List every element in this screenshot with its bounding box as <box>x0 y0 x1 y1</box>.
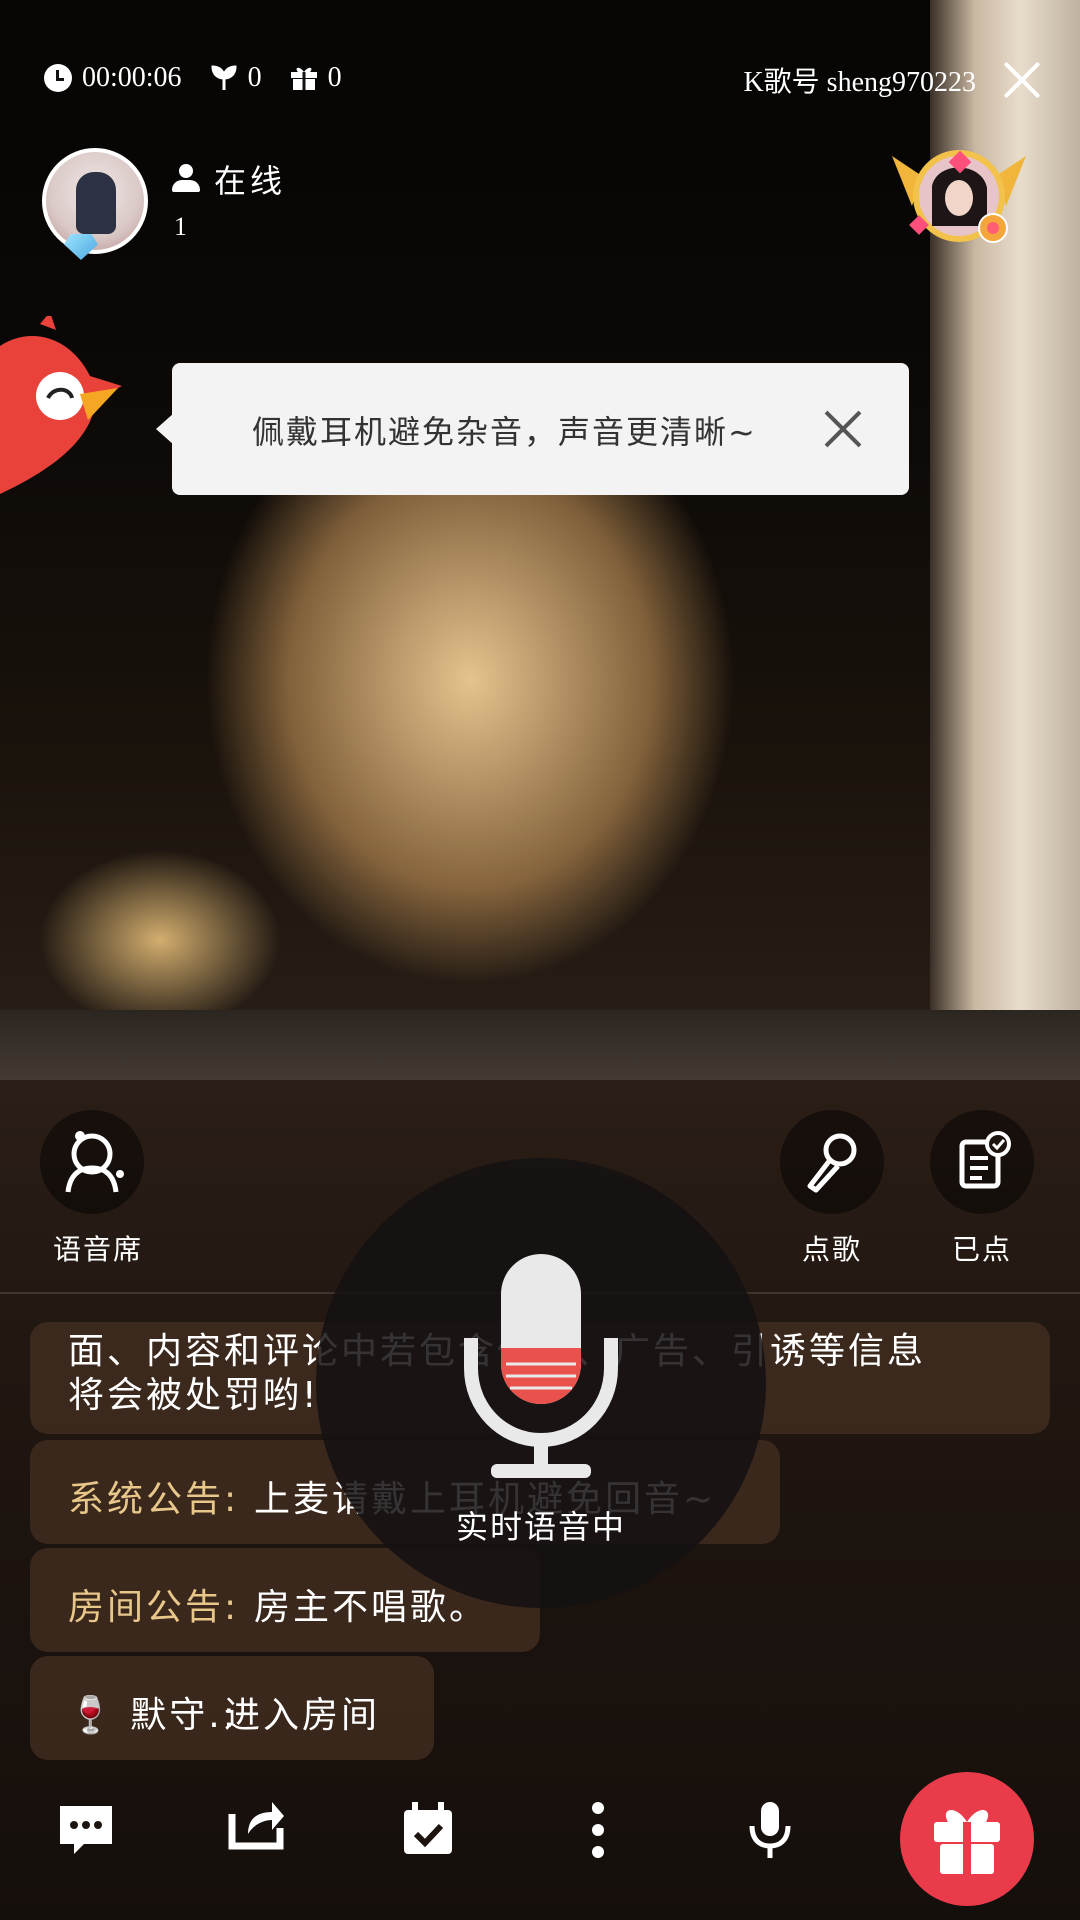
more-options-icon[interactable] <box>568 1800 628 1860</box>
chat-message: 🍷 默守.: 进入房间 <box>30 1656 434 1760</box>
mic-toggle-icon[interactable] <box>740 1800 800 1860</box>
clock-icon <box>44 64 72 92</box>
timer-stat: 00:00:06 <box>44 62 182 94</box>
send-gift-button[interactable] <box>900 1772 1034 1906</box>
checkin-calendar-icon[interactable] <box>398 1800 458 1860</box>
flower-stat: 0 <box>210 62 262 94</box>
chat-text: 进入房间 <box>224 1695 381 1736</box>
order-song-button[interactable] <box>780 1110 884 1214</box>
online-label: 在线 <box>214 162 287 200</box>
tip-close-button[interactable] <box>823 409 863 449</box>
checklist-icon <box>959 1131 1011 1189</box>
microphone-icon <box>807 1133 857 1193</box>
gift-icon <box>934 1809 1000 1874</box>
share-icon[interactable] <box>226 1794 286 1854</box>
voice-seat-icon <box>65 1131 124 1193</box>
live-voice-overlay[interactable]: 实时语音中 <box>316 1158 766 1608</box>
bird-mascot-icon[interactable] <box>0 316 124 496</box>
gift-small-icon <box>290 67 317 90</box>
tip-text: 佩戴耳机避免杂音，声音更清晰~ <box>252 413 757 451</box>
headphone-tip: 佩戴耳机避免杂音，声音更清晰~ <box>156 363 909 495</box>
flower-count: 0 <box>247 62 262 93</box>
online-count: 1 <box>174 212 187 241</box>
person-icon <box>172 164 200 194</box>
guest-avatar[interactable] <box>892 146 1026 246</box>
karaoke-id: K歌号 sheng970223 <box>743 67 976 98</box>
chat-speaker: 房间公告: <box>68 1587 240 1628</box>
voice-seat-button[interactable] <box>40 1110 144 1214</box>
gift-count: 0 <box>327 62 342 93</box>
timer-text: 00:00:06 <box>82 62 182 93</box>
voice-seat-label: 语音席 <box>52 1233 143 1266</box>
comment-icon[interactable] <box>56 1800 116 1860</box>
avatar-person <box>76 172 116 234</box>
close-room-button[interactable] <box>1000 58 1044 102</box>
order-song-label: 点歌 <box>801 1233 862 1266</box>
live-voice-label: 实时语音中 <box>455 1508 626 1546</box>
gift-stat: 0 <box>290 62 342 94</box>
ordered-list-button[interactable] <box>930 1110 1034 1214</box>
chat-speaker: 系统公告: <box>68 1479 240 1520</box>
online-indicator: 在线 <box>172 156 286 202</box>
ordered-label: 已点 <box>951 1233 1012 1266</box>
chat-text: 将会被处罚哟! <box>68 1375 320 1416</box>
flower-icon <box>211 65 237 90</box>
room-stats: 00:00:06 0 0 <box>44 62 356 94</box>
host-avatar[interactable] <box>42 148 148 260</box>
background-floor <box>0 1010 1080 1080</box>
chat-speaker: 🍷 默守.: <box>68 1695 238 1736</box>
